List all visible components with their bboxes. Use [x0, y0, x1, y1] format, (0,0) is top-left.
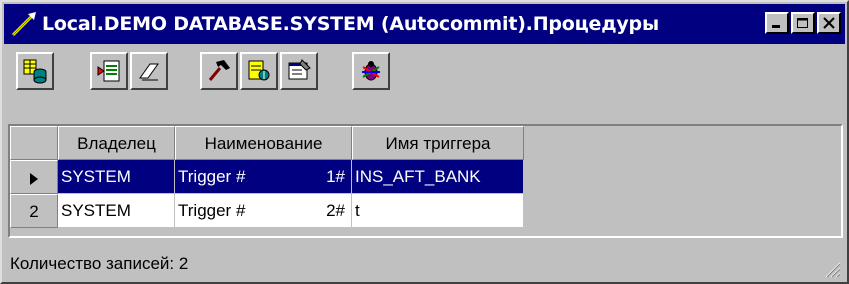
maximize-button[interactable]	[791, 12, 815, 34]
column-header-owner[interactable]: Владелец	[58, 126, 175, 160]
minimize-button[interactable]	[765, 12, 789, 34]
cell-name-number: 2#	[326, 201, 345, 220]
toolbar	[8, 52, 841, 90]
properties-icon	[288, 59, 311, 80]
grid-corner	[10, 126, 58, 160]
cell-name-text: Trigger #	[178, 167, 246, 186]
eraser-icon	[139, 63, 159, 81]
clear-button[interactable]	[130, 52, 168, 90]
window-title: Local.DEMO DATABASE.SYSTEM (Autocommit).…	[42, 13, 659, 35]
resize-grip-icon[interactable]	[823, 260, 841, 278]
database-table-icon	[23, 59, 47, 84]
column-header-name[interactable]: Наименование	[175, 126, 352, 160]
debug-bug-icon	[362, 61, 380, 81]
sql-button[interactable]	[240, 52, 278, 90]
cell-name[interactable]: Trigger # 2#	[175, 194, 352, 228]
close-icon	[823, 17, 835, 29]
title-bar[interactable]: Local.DEMO DATABASE.SYSTEM (Autocommit).…	[4, 4, 845, 44]
row-indicator[interactable]	[10, 160, 58, 194]
insert-record-button[interactable]	[90, 52, 128, 90]
row-indicator[interactable]: 2	[10, 194, 58, 228]
app-icon	[11, 12, 36, 37]
procedures-window: Local.DEMO DATABASE.SYSTEM (Autocommit).…	[0, 0, 849, 284]
maximize-icon	[797, 18, 808, 28]
table-info-button[interactable]	[16, 52, 54, 90]
data-grid[interactable]: Владелец Наименование Имя триггера SYSTE…	[8, 124, 843, 238]
cell-owner[interactable]: SYSTEM	[58, 194, 175, 228]
insert-record-icon	[97, 60, 120, 82]
hammer-icon	[208, 60, 230, 81]
status-bar: Количество записей: 2	[6, 248, 843, 280]
compile-button[interactable]	[200, 52, 238, 90]
sql-query-icon	[248, 60, 270, 81]
current-row-arrow-icon	[30, 172, 38, 185]
cell-name[interactable]: Trigger # 1#	[175, 160, 352, 194]
debug-button[interactable]	[352, 52, 390, 90]
cell-trigger[interactable]: INS_AFT_BANK	[352, 160, 524, 194]
cell-name-text: Trigger #	[178, 201, 246, 220]
cell-owner[interactable]: SYSTEM	[58, 160, 175, 194]
minimize-icon	[772, 25, 780, 28]
cell-name-number: 1#	[326, 167, 345, 186]
column-header-trigger[interactable]: Имя триггера	[352, 126, 524, 160]
cell-trigger[interactable]: t	[352, 194, 524, 228]
close-button[interactable]	[817, 12, 841, 34]
properties-button[interactable]	[280, 52, 318, 90]
record-count-text: Количество записей: 2	[10, 254, 189, 273]
